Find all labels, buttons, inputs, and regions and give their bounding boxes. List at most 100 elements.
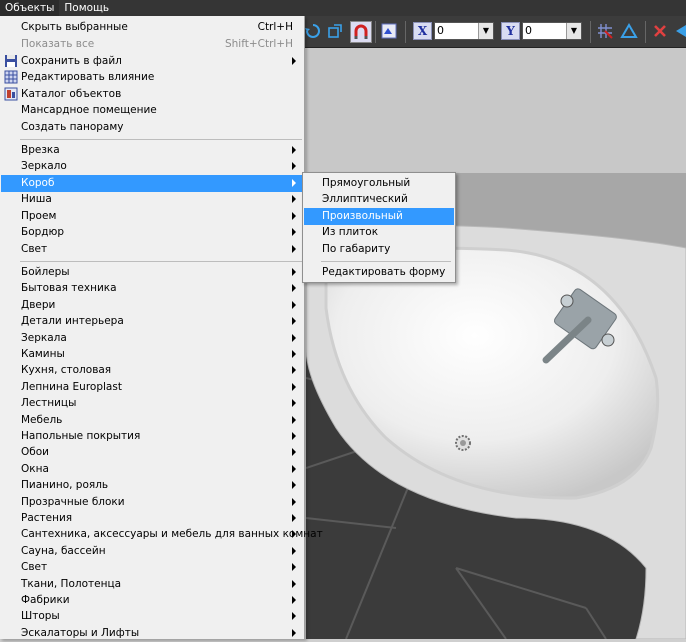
submenu-item-rectangular[interactable]: Прямоугольный [304, 175, 454, 192]
submenu-arrow-icon [292, 350, 296, 358]
menu-item-show-all: Показать все Shift+Ctrl+H [21, 38, 293, 50]
menu-item-hide-selected[interactable]: Скрыть выбранные Ctrl+H [1, 19, 303, 36]
menu-item-catalog-category[interactable]: Бойлеры [1, 264, 303, 281]
submenu-arrow-icon [292, 284, 296, 293]
menu-item-catalog-category[interactable]: Фабрики [1, 592, 303, 609]
menu-item-object-catalog[interactable]: Каталог объектов [1, 86, 303, 103]
menu-item-catalog-category[interactable]: Шторы [1, 608, 303, 625]
x-axis-label: X [413, 22, 432, 40]
menu-separator [20, 139, 302, 140]
ruler-grid-icon[interactable] [380, 22, 398, 40]
menu-item-catalog-category[interactable]: Двери [1, 297, 303, 314]
menu-item-catalog-category[interactable]: Детали интерьера [1, 313, 303, 330]
magnet-icon[interactable] [350, 21, 372, 43]
submenu-arrow-icon [292, 448, 296, 457]
menu-item-catalog-category[interactable]: Пианино, рояль [1, 477, 303, 494]
menu-item-edit-influence[interactable]: Редактировать влияние [1, 69, 303, 86]
submenu-item-elliptical[interactable]: Эллиптический [304, 191, 454, 208]
catalog-icon [4, 87, 18, 101]
submenu-arrow-icon [292, 579, 296, 588]
menu-item-catalog-category[interactable]: Лестницы [1, 395, 303, 412]
menu-item-catalog-category[interactable]: Обои [1, 444, 303, 461]
menubar-objects[interactable]: Объекты [0, 0, 60, 16]
submenu-arrow-icon [292, 195, 296, 203]
menu-item-catalog-category[interactable]: Сауна, бассейн [1, 543, 303, 560]
menu-item-opening[interactable]: Проем [1, 208, 303, 225]
menu-item-create-panorama[interactable]: Создать панораму [1, 119, 303, 136]
menu-item-catalog-category[interactable]: Окна [1, 461, 303, 478]
menu-item-catalog-category[interactable]: Ткани, Полотенца [1, 576, 303, 593]
menu-item-catalog-category[interactable]: Зеркала [1, 330, 303, 347]
menu-item-niche[interactable]: Ниша [1, 191, 303, 208]
submenu-arrow-icon [292, 212, 296, 220]
shortcut-label: Ctrl+H [257, 21, 293, 33]
menu-separator [20, 261, 302, 262]
submenu-arrow-icon [292, 497, 296, 506]
menu-item-catalog-category[interactable]: Мебель [1, 412, 303, 429]
submenu-arrow-icon [292, 57, 296, 65]
objects-menu: Скрыть выбранные Ctrl+H Показать все Shi… [0, 16, 323, 642]
menu-item-catalog-category[interactable]: Сантехника, аксессуары и мебель для ванн… [1, 526, 323, 543]
rotate-icon[interactable] [304, 22, 322, 40]
floppy-disk-icon [4, 54, 18, 68]
menu-item-catalog-category[interactable]: Лепнина Europlast [1, 379, 303, 396]
submenu-arrow-icon [292, 333, 296, 342]
submenu-arrow-icon [292, 481, 296, 490]
menubar-help[interactable]: Помощь [59, 0, 114, 16]
shortcut-label: Shift+Ctrl+H [224, 38, 293, 50]
submenu-arrow-icon [292, 399, 296, 408]
grid-icon[interactable] [596, 22, 614, 40]
menu-separator [321, 261, 451, 262]
submenu-arrow-icon [292, 382, 296, 391]
submenu-arrow-icon [292, 596, 296, 604]
chevron-down-icon[interactable]: ▼ [478, 23, 493, 39]
submenu-item-by-dimensions[interactable]: По габариту [304, 241, 454, 258]
scale-icon[interactable] [326, 22, 344, 40]
x-coordinate-select[interactable]: 0 ▼ [434, 22, 494, 40]
y-axis-label: Y [501, 22, 520, 40]
submenu-arrow-icon [292, 464, 296, 473]
submenu-arrow-icon [292, 530, 296, 539]
menu-item-light-tool[interactable]: Свет [1, 241, 303, 258]
submenu-arrow-icon [292, 514, 296, 522]
submenu-arrow-icon [292, 415, 296, 424]
menu-item-border[interactable]: Бордюр [1, 224, 303, 241]
grid-table-icon [4, 70, 18, 84]
delete-icon[interactable] [651, 22, 669, 40]
submenu-arrow-icon [292, 179, 296, 187]
submenu-arrow-icon [292, 628, 296, 637]
menu-item-catalog-category[interactable]: Напольные покрытия [1, 428, 303, 445]
submenu-arrow-icon [292, 228, 296, 236]
submenu-arrow-icon [292, 268, 296, 276]
menu-item-mirror[interactable]: Зеркало [1, 158, 303, 175]
menu-item-save-to-file[interactable]: Сохранить в файл [1, 53, 303, 70]
menu-item-attic-room[interactable]: Мансардное помещение [1, 102, 303, 119]
submenu-arrow-icon [292, 366, 296, 375]
menu-item-catalog-category[interactable]: Камины [1, 346, 303, 363]
y-coordinate-select[interactable]: 0 ▼ [522, 22, 582, 40]
menu-item-catalog-category[interactable]: Кухня, столовая [1, 362, 303, 379]
submenu-arrow-icon [292, 146, 296, 154]
submenu-item-edit-shape[interactable]: Редактировать форму [304, 264, 454, 281]
submenu-arrow-icon [292, 162, 296, 170]
menu-item-box[interactable]: Короб [1, 175, 303, 192]
arrow-icon[interactable] [672, 22, 686, 40]
chevron-down-icon[interactable]: ▼ [566, 23, 581, 39]
menu-item-catalog-category[interactable]: Бытовая техника [1, 280, 303, 297]
submenu-arrow-icon [292, 300, 296, 309]
3d-viewport[interactable] [306, 48, 686, 639]
menu-item-insert[interactable]: Врезка [1, 142, 303, 159]
menu-item-catalog-category[interactable]: Свет [1, 559, 303, 576]
submenu-arrow-icon [292, 245, 296, 253]
box-submenu: Прямоугольный Эллиптический Произвольный… [302, 172, 456, 283]
menu-item-catalog-category[interactable]: Эскалаторы и Лифты [1, 625, 303, 642]
triangle-icon[interactable] [620, 22, 638, 40]
menu-item-catalog-category[interactable]: Прозрачные блоки [1, 494, 303, 511]
y-coordinate-value: 0 [525, 24, 532, 37]
menu-item-catalog-category[interactable]: Растения [1, 510, 303, 527]
submenu-item-arbitrary[interactable]: Произвольный [304, 208, 454, 225]
submenu-arrow-icon [292, 432, 296, 440]
submenu-arrow-icon [292, 612, 296, 621]
submenu-arrow-icon [292, 546, 296, 555]
submenu-item-from-tiles[interactable]: Из плиток [304, 224, 454, 241]
